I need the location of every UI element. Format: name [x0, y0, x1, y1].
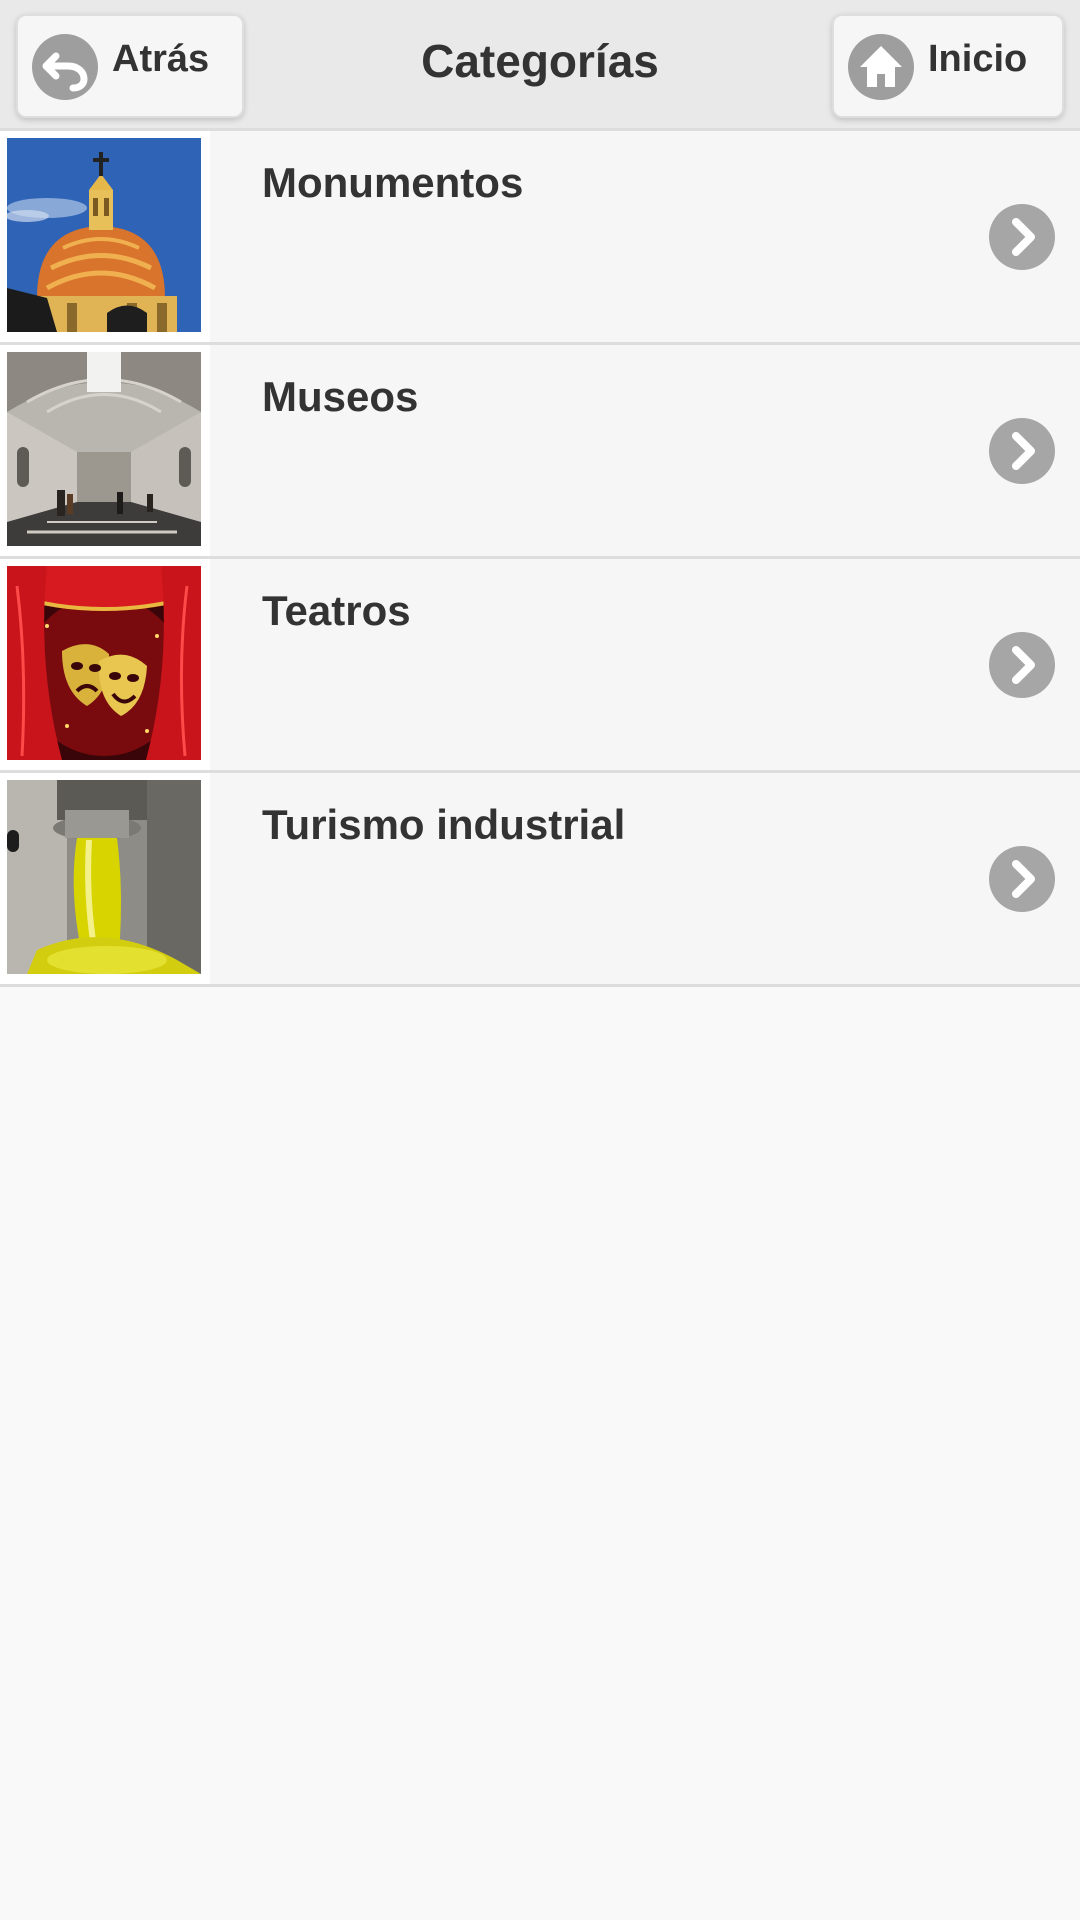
museum-gallery-photo — [7, 352, 201, 546]
list-item-label: Turismo industrial — [262, 801, 626, 848]
home-icon — [848, 34, 914, 100]
home-button[interactable]: Inicio — [832, 14, 1064, 118]
back-arrow-icon — [32, 34, 98, 100]
list-item-label: Teatros — [262, 587, 411, 634]
chevron-right-icon — [989, 418, 1055, 484]
thumbnail-frame — [0, 773, 210, 984]
dome-photo — [7, 138, 201, 332]
olive-oil-pouring-photo — [7, 780, 201, 974]
thumbnail-frame — [0, 559, 210, 770]
list-item-turismo-industrial[interactable]: Turismo industrial — [0, 773, 1080, 987]
thumbnail-frame — [0, 345, 210, 556]
category-list: Monumentos Museos Teatros Turismo indust… — [0, 131, 1080, 987]
chevron-right-icon — [989, 204, 1055, 270]
thumbnail-frame — [0, 131, 210, 342]
list-item-label: Museos — [262, 373, 419, 420]
list-item-museos[interactable]: Museos — [0, 345, 1080, 559]
list-item-monumentos[interactable]: Monumentos — [0, 131, 1080, 345]
back-button-label: Atrás — [112, 38, 210, 80]
list-item-teatros[interactable]: Teatros — [0, 559, 1080, 773]
header-bar: Atrás Categorías Inicio — [0, 0, 1080, 131]
back-button[interactable]: Atrás — [16, 14, 244, 118]
home-button-label: Inicio — [928, 38, 1028, 80]
chevron-right-icon — [989, 846, 1055, 912]
page-title: Categorías — [421, 35, 659, 87]
chevron-right-icon — [989, 632, 1055, 698]
theater-masks-photo — [7, 566, 201, 760]
list-item-label: Monumentos — [262, 159, 524, 206]
